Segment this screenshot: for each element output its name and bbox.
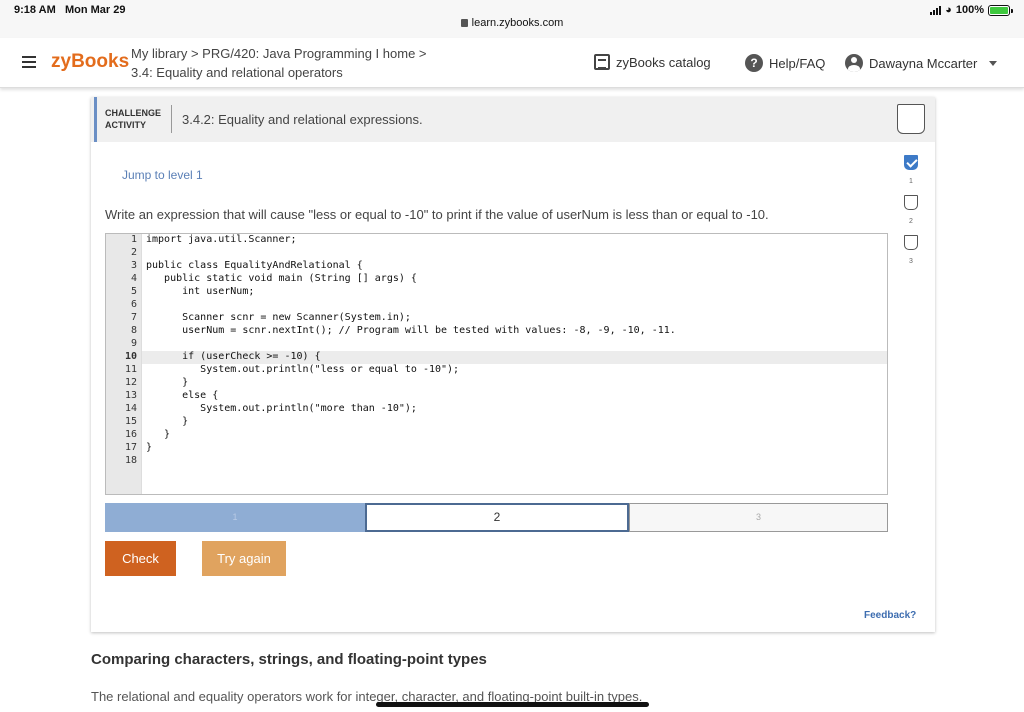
try-again-button[interactable]: Try again: [202, 541, 286, 576]
breadcrumb[interactable]: My library > PRG/420: Java Programming I…: [131, 46, 427, 61]
wifi-icon: ◕: [945, 4, 952, 16]
line-number: 10: [124, 351, 137, 362]
code-line[interactable]: System.out.println("more than -10");: [146, 403, 417, 414]
level-1-check-icon[interactable]: [904, 155, 918, 170]
line-number: 16: [124, 429, 137, 440]
line-number: 13: [124, 390, 137, 401]
app-header: zyBooks My library > PRG/420: Java Progr…: [0, 38, 1024, 88]
status-time: 9:18 AM Mon Mar 29: [14, 4, 125, 16]
line-number: 5: [130, 286, 137, 297]
activity-header: CHALLENGE ACTIVITY 3.4.2: Equality and r…: [91, 97, 935, 142]
activity-type-line1: CHALLENGE: [105, 108, 161, 118]
time-text: 9:18 AM: [14, 4, 56, 16]
code-editor[interactable]: 1 import java.util.Scanner; 2 3 public class…: [105, 233, 888, 495]
check-button[interactable]: Check: [105, 541, 176, 576]
level-1-number: 1: [909, 178, 913, 185]
code-line[interactable]: else {: [146, 390, 218, 401]
catalog-icon: [594, 54, 610, 70]
user-menu[interactable]: Dawayna Mccarter: [845, 54, 998, 72]
code-line[interactable]: userNum = scnr.nextInt(); // Program wil…: [146, 325, 676, 336]
line-number: 6: [130, 299, 137, 310]
line-number: 2: [130, 247, 137, 258]
battery-percent: 100%: [955, 4, 984, 16]
activity-type-label: CHALLENGE ACTIVITY: [105, 107, 161, 131]
activity-accent-bar: [94, 97, 97, 142]
challenge-activity: CHALLENGE ACTIVITY 3.4.2: Equality and r…: [91, 97, 935, 632]
code-line[interactable]: System.out.println("less or equal to -10…: [146, 364, 459, 375]
chevron-down-icon: [989, 60, 998, 66]
activity-type-line2: ACTIVITY: [105, 120, 147, 130]
line-number: 15: [124, 416, 137, 427]
line-number: 7: [130, 312, 137, 323]
code-line[interactable]: int userNum;: [146, 286, 254, 297]
problem-prompt: Write an expression that will cause "les…: [105, 207, 769, 222]
jump-to-level-link[interactable]: Jump to level 1: [122, 168, 203, 182]
section-heading: Comparing characters, strings, and float…: [91, 651, 487, 668]
line-number: 11: [124, 364, 137, 375]
code-line[interactable]: }: [146, 416, 188, 427]
line-number: 18: [124, 455, 137, 466]
help-icon: ?: [745, 54, 763, 72]
line-number: 14: [124, 403, 137, 414]
code-line[interactable]: if (userCheck >= -10) {: [146, 351, 321, 362]
activity-title: 3.4.2: Equality and relational expressio…: [182, 112, 423, 127]
level-segment-1[interactable]: 1: [105, 503, 365, 532]
status-bar: 9:18 AM Mon Mar 29 ◕ 100% learn.zybooks.…: [0, 0, 1024, 38]
line-number: 8: [130, 325, 137, 336]
hamburger-icon[interactable]: [22, 56, 36, 68]
code-line[interactable]: import java.util.Scanner;: [146, 234, 297, 245]
help-label: Help/FAQ: [769, 55, 826, 71]
level-3-number: 3: [909, 258, 913, 265]
code-line[interactable]: public static void main (String [] args)…: [146, 273, 417, 284]
catalog-link[interactable]: zyBooks catalog: [594, 54, 711, 70]
battery-icon: [988, 4, 1013, 16]
address-bar[interactable]: learn.zybooks.com: [0, 17, 1024, 29]
code-line[interactable]: }: [146, 429, 170, 440]
level-segment-2[interactable]: 2: [365, 503, 629, 532]
user-icon: [845, 54, 863, 72]
divider: [171, 105, 172, 133]
code-line[interactable]: Scanner scnr = new Scanner(System.in);: [146, 312, 411, 323]
zybooks-logo[interactable]: zyBooks: [51, 51, 129, 73]
line-number: 12: [124, 377, 137, 388]
level-segment-3[interactable]: 3: [629, 503, 888, 532]
home-indicator[interactable]: [376, 702, 649, 707]
level-2-number: 2: [909, 218, 913, 225]
level-2-box-icon[interactable]: [904, 195, 918, 210]
lock-icon: [460, 19, 468, 27]
help-link[interactable]: ? Help/FAQ: [745, 54, 825, 72]
level-progress-bar: 1 2 3: [105, 503, 888, 532]
code-line[interactable]: }: [146, 377, 188, 388]
feedback-link[interactable]: Feedback?: [864, 610, 916, 621]
section-breadcrumb: 3.4: Equality and relational operators: [131, 65, 343, 80]
code-line[interactable]: }: [146, 442, 152, 453]
line-number: 4: [130, 273, 137, 284]
level-3-box-icon[interactable]: [904, 235, 918, 250]
line-number: 3: [130, 260, 137, 271]
user-name: Dawayna Mccarter: [869, 55, 978, 71]
completion-badge-icon: [897, 104, 925, 134]
line-number: 1: [130, 234, 137, 245]
line-number: 17: [124, 442, 137, 453]
catalog-label: zyBooks catalog: [616, 54, 711, 70]
signal-icon: [930, 5, 942, 15]
line-number: 9: [130, 338, 137, 349]
status-icons: ◕ 100%: [930, 4, 1013, 16]
code-line[interactable]: public class EqualityAndRelational {: [146, 260, 363, 271]
date-text: Mon Mar 29: [64, 4, 126, 16]
url-text: learn.zybooks.com: [471, 17, 564, 29]
